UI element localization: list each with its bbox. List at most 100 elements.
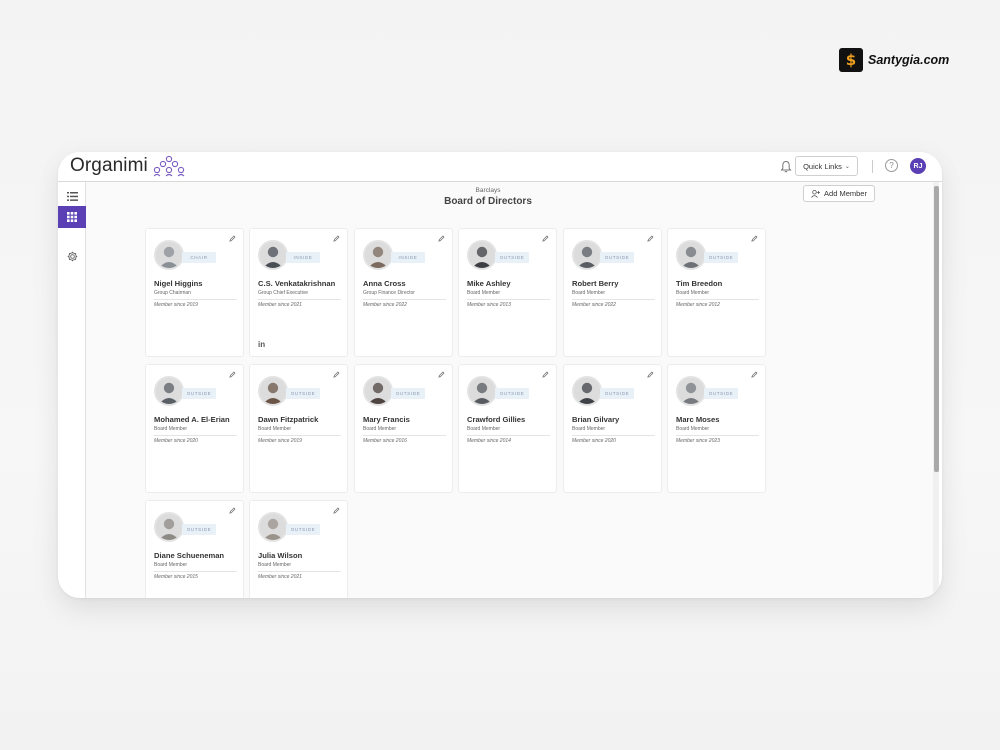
member-name[interactable]: Tim Breedon [676, 279, 722, 288]
member-type-badge: OUTSIDE [704, 388, 738, 399]
pencil-icon[interactable] [229, 371, 236, 378]
member-card[interactable]: OUTSIDE Marc Moses Board Member Member s… [667, 364, 766, 493]
member-card[interactable]: CHAIR Nigel Higgins Group Chairman Membe… [145, 228, 244, 357]
member-name[interactable]: Nigel Higgins [154, 279, 203, 288]
quick-links-dropdown[interactable]: Quick Links ⌄ [795, 156, 858, 176]
brand[interactable]: Organimi [70, 155, 186, 177]
member-role: Board Member [363, 426, 397, 432]
member-card[interactable]: OUTSIDE Brian Gilvary Board Member Membe… [563, 364, 662, 493]
nav-grid-view[interactable] [58, 206, 86, 228]
member-since: Member since 2019 [258, 438, 302, 444]
member-name[interactable]: Crawford Gillies [467, 415, 525, 424]
main-content: Barclays Board of Directors Add Member C… [86, 182, 939, 598]
member-photo[interactable] [572, 240, 602, 270]
member-name[interactable]: Dawn Fitzpatrick [258, 415, 318, 424]
member-photo[interactable] [363, 376, 393, 406]
member-card[interactable]: INSIDE Anna Cross Group Finance Director… [354, 228, 453, 357]
member-type-badge: OUTSIDE [704, 252, 738, 263]
member-name[interactable]: Mohamed A. El-Erian [154, 415, 230, 424]
watermark-logo-icon: $ [839, 48, 863, 72]
linkedin-icon[interactable]: in [258, 340, 265, 349]
member-photo[interactable] [467, 240, 497, 270]
watermark: $ Santygia.com [839, 48, 949, 72]
watermark-text: Santygia.com [868, 53, 950, 67]
organization-name: Barclays [475, 187, 501, 194]
member-type-badge: OUTSIDE [286, 388, 320, 399]
member-type-badge: OUTSIDE [182, 388, 216, 399]
member-since: Member since 2021 [258, 302, 302, 308]
member-role: Group Chairman [154, 290, 191, 296]
pencil-icon[interactable] [751, 371, 758, 378]
member-name[interactable]: C.S. Venkatakrishnan [258, 279, 335, 288]
add-member-button[interactable]: Add Member [803, 185, 875, 202]
pencil-icon[interactable] [542, 371, 549, 378]
pencil-icon[interactable] [647, 371, 654, 378]
member-name[interactable]: Brian Gilvary [572, 415, 619, 424]
member-card[interactable]: OUTSIDE Mohamed A. El-Erian Board Member… [145, 364, 244, 493]
member-since: Member since 2020 [572, 438, 616, 444]
scrollbar-thumb[interactable] [934, 186, 939, 472]
member-name[interactable]: Diane Schueneman [154, 551, 224, 560]
nav-list-view[interactable] [58, 185, 86, 207]
pencil-icon[interactable] [751, 235, 758, 242]
member-name[interactable]: Julia Wilson [258, 551, 302, 560]
nav-settings[interactable] [58, 245, 86, 267]
member-name[interactable]: Mike Ashley [467, 279, 511, 288]
user-avatar[interactable]: RJ [910, 158, 926, 174]
member-role: Board Member [572, 426, 606, 432]
member-name[interactable]: Marc Moses [676, 415, 719, 424]
member-card[interactable]: OUTSIDE Diane Schueneman Board Member Me… [145, 500, 244, 598]
bell-icon[interactable] [780, 160, 792, 173]
divider [572, 299, 655, 300]
pencil-icon[interactable] [438, 371, 445, 378]
divider [258, 435, 341, 436]
pencil-icon[interactable] [229, 507, 236, 514]
member-photo[interactable] [154, 240, 184, 270]
top-bar: Organimi Quick Links ⌄ ? RJ [58, 152, 942, 182]
pencil-icon[interactable] [333, 507, 340, 514]
member-photo[interactable] [258, 240, 288, 270]
divider [676, 299, 759, 300]
member-photo[interactable] [676, 240, 706, 270]
member-type-badge: OUTSIDE [495, 388, 529, 399]
member-photo[interactable] [467, 376, 497, 406]
member-card[interactable]: INSIDE C.S. Venkatakrishnan Group Chief … [249, 228, 348, 357]
member-card[interactable]: OUTSIDE Mike Ashley Board Member Member … [458, 228, 557, 357]
member-role: Board Member [572, 290, 606, 296]
member-photo[interactable] [258, 512, 288, 542]
divider [467, 435, 550, 436]
member-role: Board Member [467, 426, 501, 432]
member-photo[interactable] [258, 376, 288, 406]
member-card[interactable]: OUTSIDE Mary Francis Board Member Member… [354, 364, 453, 493]
member-card[interactable]: OUTSIDE Dawn Fitzpatrick Board Member Me… [249, 364, 348, 493]
divider [363, 299, 446, 300]
member-type-badge: CHAIR [182, 252, 216, 263]
member-role: Board Member [676, 290, 710, 296]
member-photo[interactable] [154, 512, 184, 542]
pencil-icon[interactable] [438, 235, 445, 242]
member-photo[interactable] [363, 240, 393, 270]
pencil-icon[interactable] [333, 371, 340, 378]
pencil-icon[interactable] [229, 235, 236, 242]
member-photo[interactable] [572, 376, 602, 406]
app-window: Organimi Quick Links ⌄ ? RJ Barclays Boa… [58, 152, 942, 598]
member-photo[interactable] [676, 376, 706, 406]
grid-icon [67, 212, 77, 222]
member-name[interactable]: Robert Berry [572, 279, 618, 288]
help-icon[interactable]: ? [885, 159, 898, 172]
chevron-down-icon: ⌄ [844, 163, 850, 170]
divider [154, 571, 237, 572]
pencil-icon[interactable] [647, 235, 654, 242]
member-card[interactable]: OUTSIDE Crawford Gillies Board Member Me… [458, 364, 557, 493]
page-title: Board of Directors [444, 196, 532, 207]
pencil-icon[interactable] [542, 235, 549, 242]
member-card[interactable]: OUTSIDE Julia Wilson Board Member Member… [249, 500, 348, 598]
member-card[interactable]: OUTSIDE Robert Berry Board Member Member… [563, 228, 662, 357]
pencil-icon[interactable] [333, 235, 340, 242]
member-card[interactable]: OUTSIDE Tim Breedon Board Member Member … [667, 228, 766, 357]
member-photo[interactable] [154, 376, 184, 406]
member-name[interactable]: Mary Francis [363, 415, 410, 424]
member-name[interactable]: Anna Cross [363, 279, 406, 288]
member-role: Board Member [258, 426, 292, 432]
org-chart-logo-icon [153, 155, 185, 177]
